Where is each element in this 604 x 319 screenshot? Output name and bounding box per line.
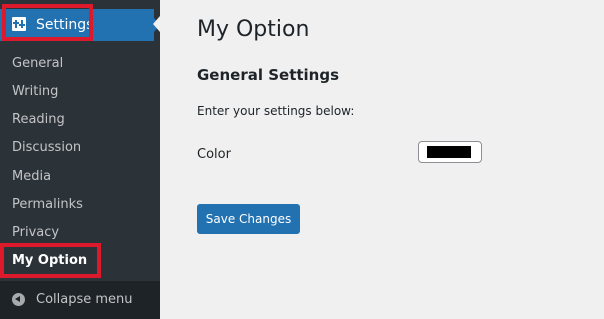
page-title: My Option — [197, 17, 310, 42]
submenu-privacy[interactable]: Privacy — [12, 225, 59, 241]
collapse-menu-button[interactable]: Collapse menu — [0, 281, 160, 319]
color-swatch — [427, 146, 471, 158]
submenu-general[interactable]: General — [12, 56, 63, 72]
admin-sidebar: Settings General Writing Reading Discuss… — [0, 0, 160, 319]
main-content: My Option General Settings Enter your se… — [160, 0, 604, 319]
highlight-box-settings — [2, 4, 93, 41]
submenu-media[interactable]: Media — [12, 169, 51, 185]
submenu-discussion[interactable]: Discussion — [12, 140, 81, 156]
submenu-writing[interactable]: Writing — [12, 84, 58, 100]
save-changes-button[interactable]: Save Changes — [197, 204, 300, 234]
color-picker-input[interactable] — [418, 141, 482, 163]
submenu-reading[interactable]: Reading — [12, 112, 65, 128]
section-title: General Settings — [197, 66, 340, 84]
submenu-permalinks[interactable]: Permalinks — [12, 197, 83, 213]
highlight-box-my-option — [0, 243, 101, 278]
color-field-label: Color — [197, 147, 231, 162]
collapse-icon — [12, 293, 25, 306]
collapse-menu-label: Collapse menu — [36, 292, 133, 307]
section-description: Enter your settings below: — [197, 104, 355, 118]
current-menu-pointer — [153, 16, 160, 32]
